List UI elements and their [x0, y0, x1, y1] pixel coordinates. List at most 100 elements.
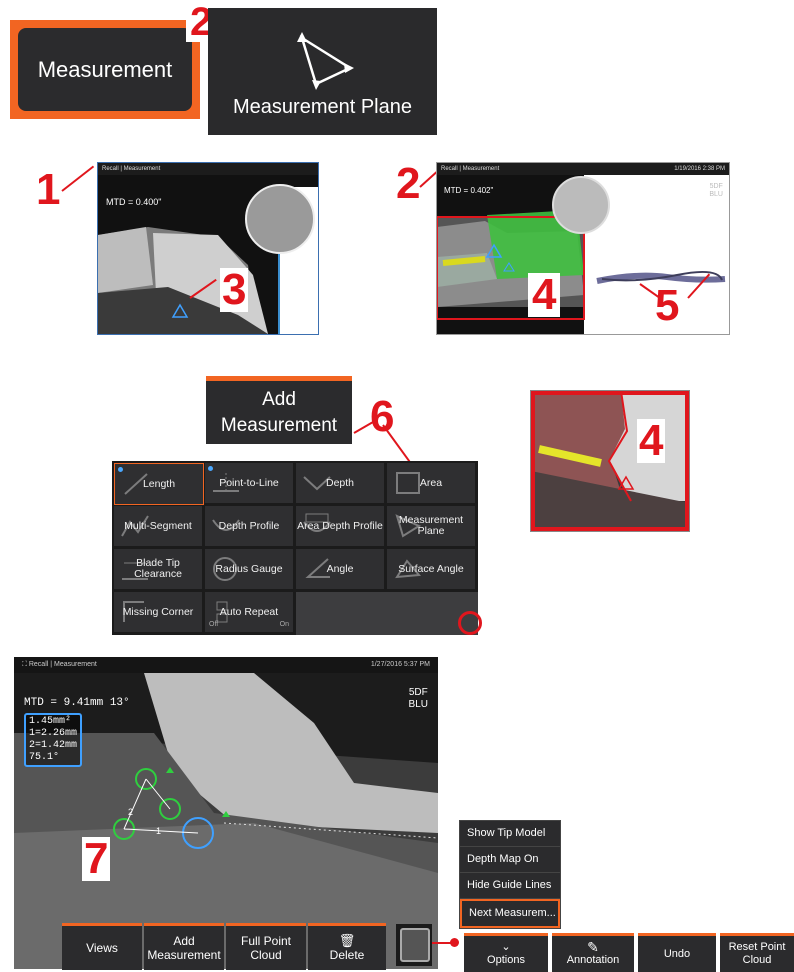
- tile-label: Area: [419, 476, 443, 489]
- results-box: 1.45mm² 1=2.26mm 2=1.42mm 75.1°: [24, 713, 83, 767]
- undo-label: Undo: [663, 947, 691, 960]
- tile-label: Auto Repeat: [219, 605, 279, 618]
- point-label-2: 2: [128, 807, 134, 817]
- window-icon[interactable]: ⛶: [22, 661, 29, 668]
- undo-button[interactable]: Undo: [638, 933, 716, 972]
- screen-measurement-plane: Recall | Measurement 1/19/2016 2:38 PM MT…: [436, 162, 730, 335]
- options-button[interactable]: ⌄ Options: [464, 933, 548, 972]
- mask-example-image: 4: [530, 390, 690, 532]
- mtd-readout-2: MTD = 0.402": [444, 186, 494, 195]
- measurement-button-label: Measurement: [18, 28, 192, 111]
- tile-auto-repeat[interactable]: Auto Repeat Off On: [205, 592, 293, 632]
- add-measurement-button[interactable]: Add Measurement: [206, 376, 352, 444]
- screen-measurement-before: Recall | Measurement MTD = 0.400": [97, 162, 319, 335]
- selected-dot: [208, 466, 213, 471]
- record-button[interactable]: [458, 611, 482, 635]
- tile-radius-gauge[interactable]: Radius Gauge: [205, 549, 293, 589]
- tile-missing-corner[interactable]: Missing Corner: [114, 592, 202, 632]
- tile-label: Area Depth Profile: [297, 519, 383, 532]
- callout-5: 5: [655, 281, 680, 330]
- breadcrumb-3: Recall | Measurement: [28, 661, 97, 668]
- delete-button[interactable]: 🗑 Delete: [308, 923, 386, 970]
- tile-label: Length: [142, 477, 176, 490]
- tip-tag: 5DF BLU: [709, 183, 723, 199]
- views-button[interactable]: Views: [62, 923, 142, 970]
- tile-label: Radius Gauge: [215, 562, 283, 575]
- tile-area-depth-profile[interactable]: Area Depth Profile: [296, 506, 384, 546]
- menu-next-measurement[interactable]: Next Measurem...: [460, 899, 560, 928]
- tile-area[interactable]: Area: [387, 463, 475, 503]
- chevron-down-icon: ⌄: [501, 941, 511, 953]
- menu-depth-map-on[interactable]: Depth Map On: [460, 847, 560, 873]
- measurement-button[interactable]: Measurement: [10, 20, 200, 119]
- tile-blade-tip-clearance[interactable]: Blade Tip Clearance: [114, 549, 202, 589]
- tile-point-to-line[interactable]: Point-to-Line: [205, 463, 293, 503]
- callout-3: 3: [220, 265, 249, 314]
- menu-link-dot: [450, 938, 459, 947]
- tip-tag-3-blu: BLU: [408, 699, 428, 710]
- tip-tag-5df: 5DF: [709, 183, 723, 190]
- mtd-readout: MTD = 0.400": [106, 197, 162, 207]
- measurement-plane-button[interactable]: Measurement Plane: [208, 8, 437, 135]
- toggle-menu-area: [396, 924, 432, 966]
- add-measurement-line2: Measurement: [220, 415, 338, 436]
- reset-line2: Cloud: [742, 954, 772, 966]
- date-time: 1/19/2016 2:38 PM: [674, 166, 725, 172]
- menu-toggle-button[interactable]: [400, 928, 430, 962]
- menu-show-tip-model[interactable]: Show Tip Model: [460, 821, 560, 847]
- date-time-3: 1/27/2016 5:37 PM: [370, 661, 430, 668]
- tile-depth-profile[interactable]: Depth Profile: [205, 506, 293, 546]
- options-menu: Show Tip Model Depth Map On Hide Guide L…: [459, 820, 561, 929]
- selected-dot: [118, 467, 123, 472]
- reset-line1: Reset Point: [728, 941, 786, 953]
- reset-point-cloud-button[interactable]: Reset Point Cloud: [720, 933, 794, 972]
- tile-label: Multi-Segment: [124, 519, 192, 532]
- result-angle: 75.1°: [29, 752, 60, 763]
- result-area: 1.45mm²: [29, 716, 72, 727]
- callout-4-image: 4: [637, 416, 666, 465]
- callout-4-screen: 4: [528, 273, 561, 317]
- tile-label: Blade Tip Clearance: [134, 557, 182, 580]
- tile-measurement-plane[interactable]: Measurement Plane: [387, 506, 475, 546]
- tile-label: Measurement Plane: [398, 514, 464, 537]
- tile-surface-angle[interactable]: Surface Angle: [387, 549, 475, 589]
- empty-grid-area: [296, 592, 478, 635]
- measurement-type-grid: Length Point-to-Line Depth Area Multi-Se…: [112, 461, 482, 635]
- tip-tag-3-5df: 5DF: [408, 687, 428, 698]
- area-icon: [396, 472, 420, 494]
- callout-2-screen: 2: [396, 159, 421, 208]
- callout-1-leader: [61, 165, 95, 192]
- tile-label: Depth Profile: [218, 519, 280, 532]
- full-line2: Cloud: [250, 948, 282, 962]
- tile-multi-segment[interactable]: Multi-Segment: [114, 506, 202, 546]
- tile-angle[interactable]: Angle: [296, 549, 384, 589]
- breadcrumb-text: Recall | Measurement: [441, 166, 500, 172]
- breadcrumb: Recall | Measurement: [98, 163, 318, 175]
- delete-label: Delete: [329, 948, 365, 962]
- tile-label: Missing Corner: [122, 605, 194, 618]
- menu-hide-guide-lines[interactable]: Hide Guide Lines: [460, 873, 560, 899]
- full-point-cloud-button[interactable]: Full Point Cloud: [226, 923, 306, 970]
- callout-6-leader-b: [382, 424, 411, 462]
- tile-label: Surface Angle: [398, 562, 464, 575]
- toggle-on-label: On: [279, 621, 289, 628]
- annotation-icon: ✎: [587, 939, 599, 955]
- callout-1: 1: [36, 165, 61, 214]
- tip-tag-3: 5DF BLU: [409, 687, 428, 711]
- breadcrumb-2: Recall | Measurement 1/19/2016 2:38 PM: [437, 163, 729, 175]
- annotation-button[interactable]: ✎ Annotation: [552, 933, 634, 972]
- tile-depth[interactable]: Depth: [296, 463, 384, 503]
- tile-length[interactable]: Length: [114, 463, 204, 505]
- toggle-off-label: Off: [209, 621, 219, 628]
- tile-label: Angle: [326, 562, 354, 575]
- add-line1: Add: [173, 934, 195, 948]
- result-2: 2=1.42mm: [29, 740, 78, 751]
- mtd-readout-3: MTD = 9.41mm 13°: [24, 697, 130, 709]
- add-measurement-toolbar-button[interactable]: Add Measurement: [144, 923, 224, 970]
- measurement-plane-label: Measurement Plane: [233, 96, 412, 118]
- callout-6: 6: [370, 392, 395, 441]
- tile-label: Point-to-Line: [219, 476, 279, 489]
- point-label-1: 1: [156, 826, 162, 836]
- tip-tag-blu: BLU: [709, 191, 723, 198]
- annotation-label: Annotation: [566, 954, 620, 966]
